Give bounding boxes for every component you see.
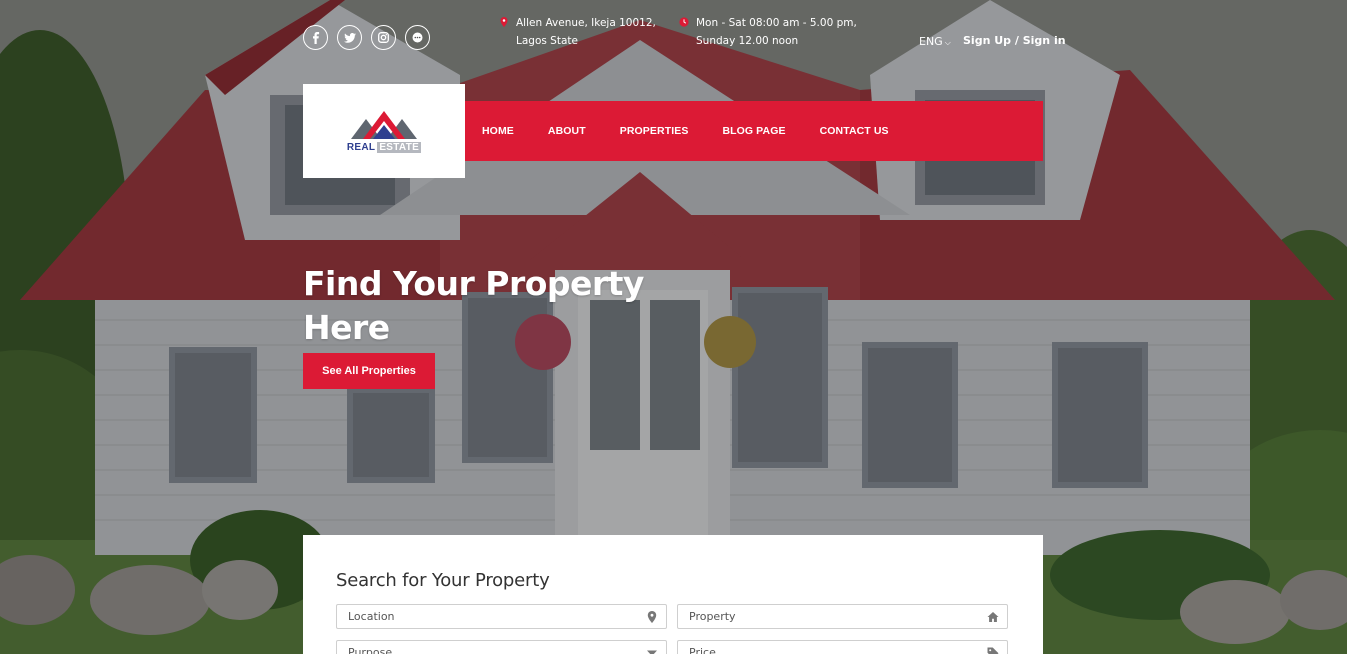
nav-properties[interactable]: PROPERTIES xyxy=(620,125,689,137)
house-logo-icon xyxy=(351,111,417,139)
logo-wordmark: REAL ESTATE xyxy=(346,142,422,153)
address-line-2: Lagos State xyxy=(516,35,578,47)
headline-line-2: Here xyxy=(303,308,390,347)
location-field[interactable]: Location xyxy=(336,604,667,629)
purpose-select[interactable]: Purpose xyxy=(336,640,667,654)
purpose-placeholder: Purpose xyxy=(348,646,393,654)
caret-down-icon xyxy=(647,650,657,654)
logo-word-real: REAL xyxy=(346,142,376,153)
social-links xyxy=(303,25,430,50)
headline-line-1: Find Your Property xyxy=(303,264,644,303)
home-icon xyxy=(987,612,999,622)
price-placeholder: Price xyxy=(689,646,716,654)
property-search-panel: Search for Your Property Location Proper… xyxy=(303,535,1043,654)
signin-link[interactable]: Sign Up / Sign in xyxy=(963,34,1066,47)
search-title: Search for Your Property xyxy=(336,570,550,591)
hours-line-1: Mon - Sat 08:00 am - 5.00 pm, xyxy=(696,17,857,29)
instagram-icon[interactable] xyxy=(371,25,396,50)
property-placeholder: Property xyxy=(689,610,736,623)
language-label: ENG xyxy=(919,35,943,48)
location-placeholder: Location xyxy=(348,610,395,623)
language-selector[interactable]: ENG ⌵ xyxy=(919,35,951,48)
nav-about[interactable]: ABOUT xyxy=(548,125,586,137)
twitter-icon[interactable] xyxy=(337,25,362,50)
address-line-1: Allen Avenue, Ikeja 10012, xyxy=(516,17,656,29)
facebook-icon[interactable] xyxy=(303,25,328,50)
nav-contact-us[interactable]: CONTACT US xyxy=(820,125,889,137)
property-field[interactable]: Property xyxy=(677,604,1008,629)
price-field[interactable]: Price xyxy=(677,640,1008,654)
contact-hours: Mon - Sat 08:00 am - 5.00 pm, Sunday 12.… xyxy=(679,14,857,50)
nav-blog-page[interactable]: BLOG PAGE xyxy=(722,125,785,137)
location-pin-icon xyxy=(500,17,508,27)
clock-icon xyxy=(679,17,689,27)
price-tag-icon xyxy=(987,647,999,654)
chat-icon[interactable] xyxy=(405,25,430,50)
nav-home[interactable]: HOME xyxy=(482,125,514,137)
site-logo[interactable]: REAL ESTATE xyxy=(303,84,465,178)
main-navigation: HOME ABOUT PROPERTIES BLOG PAGE CONTACT … xyxy=(465,101,1043,161)
chevron-down-icon: ⌵ xyxy=(944,38,951,47)
see-all-properties-button[interactable]: See All Properties xyxy=(303,353,435,389)
hours-line-2: Sunday 12.00 noon xyxy=(696,35,799,47)
hero-headline: Find Your Property Here xyxy=(303,262,683,350)
contact-address: Allen Avenue, Ikeja 10012, Lagos State xyxy=(500,14,656,50)
map-marker-icon xyxy=(647,611,657,623)
logo-word-estate: ESTATE xyxy=(377,142,422,153)
